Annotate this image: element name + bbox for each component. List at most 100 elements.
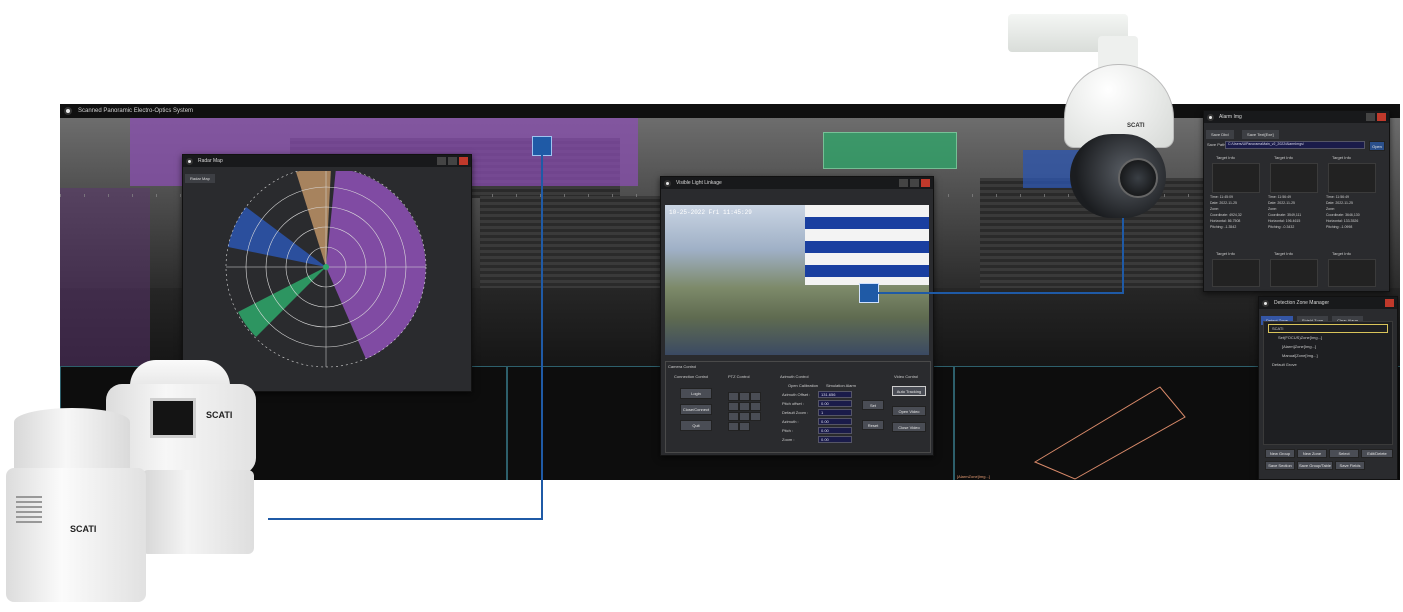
app-titlebar: Scanned Panoramic Electro-Optics System [60, 104, 1400, 118]
close-icon[interactable] [459, 157, 468, 165]
alarm-card[interactable]: Target Info [1208, 251, 1264, 289]
visible-window-title: Visible Light Linkage [676, 180, 722, 186]
close-icon[interactable] [1385, 299, 1394, 307]
set-button[interactable]: Set [862, 400, 884, 410]
ptz-zoom-in-button[interactable] [728, 422, 739, 431]
video-control-label: Video Control [894, 374, 919, 379]
app-title: Scanned Panoramic Electro-Optics System [78, 108, 194, 114]
zoom-field[interactable]: 0.00 [818, 436, 852, 443]
zone-green[interactable] [823, 132, 957, 169]
save-group-button[interactable]: Save Group/Table [1297, 461, 1333, 470]
alarm-thumbnail[interactable] [1212, 259, 1260, 287]
building-facade [805, 205, 929, 285]
alarm-thumbnail[interactable] [1328, 163, 1376, 193]
new-zone-button[interactable]: New Zone [1297, 449, 1327, 458]
ptz-up-left-button[interactable] [728, 392, 739, 401]
alarm-card[interactable]: Target Info Time: 11:45:09 Date: 2022-11… [1208, 155, 1264, 241]
save-fields-button[interactable]: Save Fields [1335, 461, 1365, 470]
tree-item[interactable]: Default Grove [1272, 362, 1297, 367]
alarm-card-title: Target Info [1216, 155, 1235, 160]
reset-button[interactable]: Reset [862, 420, 884, 430]
alarm-thumbnail[interactable] [1270, 259, 1318, 287]
alarm-zone-label: [AlarmZone]Img...] [957, 474, 990, 479]
close-icon[interactable] [1377, 113, 1386, 121]
connector-line [541, 148, 543, 520]
pitch-offset-field[interactable]: 0.00 [818, 400, 852, 407]
ptz-down-left-button[interactable] [728, 412, 739, 421]
zone-purple-left[interactable] [60, 188, 150, 368]
alarm-card-line: Date: 2022-11-25 [1326, 201, 1353, 205]
radar-center-icon [323, 264, 329, 270]
tree-item[interactable]: SCATI [1272, 326, 1283, 331]
open-video-button[interactable]: Open Video [892, 406, 926, 416]
quit-button[interactable]: Quit [680, 420, 712, 431]
save-path-field[interactable]: C:/Users/UIPanoramaMain_v2_2022/AlarmImg… [1225, 141, 1365, 149]
azimuth-offset-label: Azimuth Offset : [782, 392, 811, 397]
auto-tracking-button[interactable]: Auto Tracking [892, 386, 926, 396]
azimuth-field[interactable]: 0.00 [818, 418, 852, 425]
alarm-thumbnail[interactable] [1270, 163, 1318, 193]
minimize-icon[interactable] [1366, 113, 1375, 121]
alarm-card[interactable]: Target Info [1266, 251, 1322, 289]
maximize-icon[interactable] [910, 179, 919, 187]
close-video-button[interactable]: Close Video [892, 422, 926, 432]
camera-dome [1070, 134, 1166, 218]
alarm-thumbnail[interactable] [1328, 259, 1376, 287]
alarm-card-line: Zone: [1210, 207, 1219, 211]
tree-item[interactable]: [Alarm]Zone[Img...] [1282, 344, 1316, 349]
alarm-card[interactable]: Target Info [1324, 251, 1380, 289]
video-timestamp: 10-25-2022 Fri 11:45:29 [669, 209, 752, 216]
ptz-home-button[interactable] [739, 402, 750, 411]
connection-control-label: Connection Control [674, 374, 709, 379]
ptz-down-right-button[interactable] [750, 412, 761, 421]
new-group-button[interactable]: New Group [1265, 449, 1295, 458]
visible-video-feed[interactable]: 10-25-2022 Fri 11:45:29 [665, 205, 929, 355]
tab-save-dbd[interactable]: Save Dbd [1206, 130, 1234, 139]
ptu-window-icon [150, 398, 196, 438]
ptz-right-button[interactable] [750, 402, 761, 411]
simulation-alarm-label: Simulation Alarm [826, 383, 857, 388]
radar-chart[interactable] [183, 171, 471, 381]
azimuth-offset-field[interactable]: 131.656 [818, 391, 852, 398]
ptz-up-button[interactable] [739, 392, 750, 401]
radar-sector-purple[interactable] [326, 171, 426, 359]
tree-item[interactable]: Manual[Zone[Img...] [1282, 353, 1318, 358]
edit-delete-button[interactable]: Edit/Delete [1361, 449, 1393, 458]
maximize-icon[interactable] [448, 157, 457, 165]
alarm-card[interactable]: Target Info Time: 11:56:49 Date: 2022-11… [1266, 155, 1322, 241]
default-zoom-field[interactable]: 1 [818, 409, 852, 416]
tab-save-text[interactable]: Save Text[Exe] [1242, 130, 1279, 139]
camera-control-panel: Camera Control Connection Control PTZ Co… [665, 361, 931, 453]
tree-item[interactable]: Set(FOCUS)Zone[Img...] [1278, 335, 1322, 340]
ptz-up-right-button[interactable] [750, 392, 761, 401]
ptz-left-button[interactable] [728, 402, 739, 411]
scati-logo-icon [186, 157, 193, 165]
ptz-down-button[interactable] [739, 412, 750, 421]
alarm-card[interactable]: Target Info Time: 11:56:49 Date: 2022-11… [1324, 155, 1380, 241]
visible-light-window: Visible Light Linkage 10-25-2022 Fri 11:… [660, 176, 934, 456]
save-section-button[interactable]: Save Section [1265, 461, 1295, 470]
azimuth-control-label: Azimuth Control [780, 374, 809, 379]
pitch-field[interactable]: 0.00 [818, 427, 852, 434]
open-path-button[interactable]: Open [1369, 141, 1385, 151]
minimize-icon[interactable] [899, 179, 908, 187]
radar-window-titlebar: Radar Map [183, 155, 471, 167]
ptz-zoom-out-button[interactable] [739, 422, 750, 431]
alarm-card-line: Pitching: -1.3542 [1210, 225, 1237, 229]
brand-label: SCATI [1127, 123, 1145, 129]
login-button[interactable]: Login [680, 388, 712, 399]
tree-selection [1268, 324, 1388, 333]
pitch-offset-label: Pitch offset : [782, 401, 804, 406]
alarm-thumbnail[interactable] [1212, 163, 1260, 193]
radar-sector-green[interactable] [238, 267, 326, 337]
camera-lens-icon [1118, 158, 1158, 198]
connect-button[interactable]: Close/Connect [680, 404, 712, 415]
alarm-card-title: Target Info [1216, 251, 1235, 256]
close-icon[interactable] [921, 179, 930, 187]
select-button[interactable]: Select [1329, 449, 1359, 458]
scati-logo-icon [1262, 299, 1269, 307]
alarm-card-line: Horizontal: 196.4615 [1268, 219, 1301, 223]
connector-line [876, 292, 1124, 294]
minimize-icon[interactable] [437, 157, 446, 165]
zone-tree[interactable]: SCATI Set(FOCUS)Zone[Img...] [Alarm]Zone… [1263, 321, 1393, 445]
